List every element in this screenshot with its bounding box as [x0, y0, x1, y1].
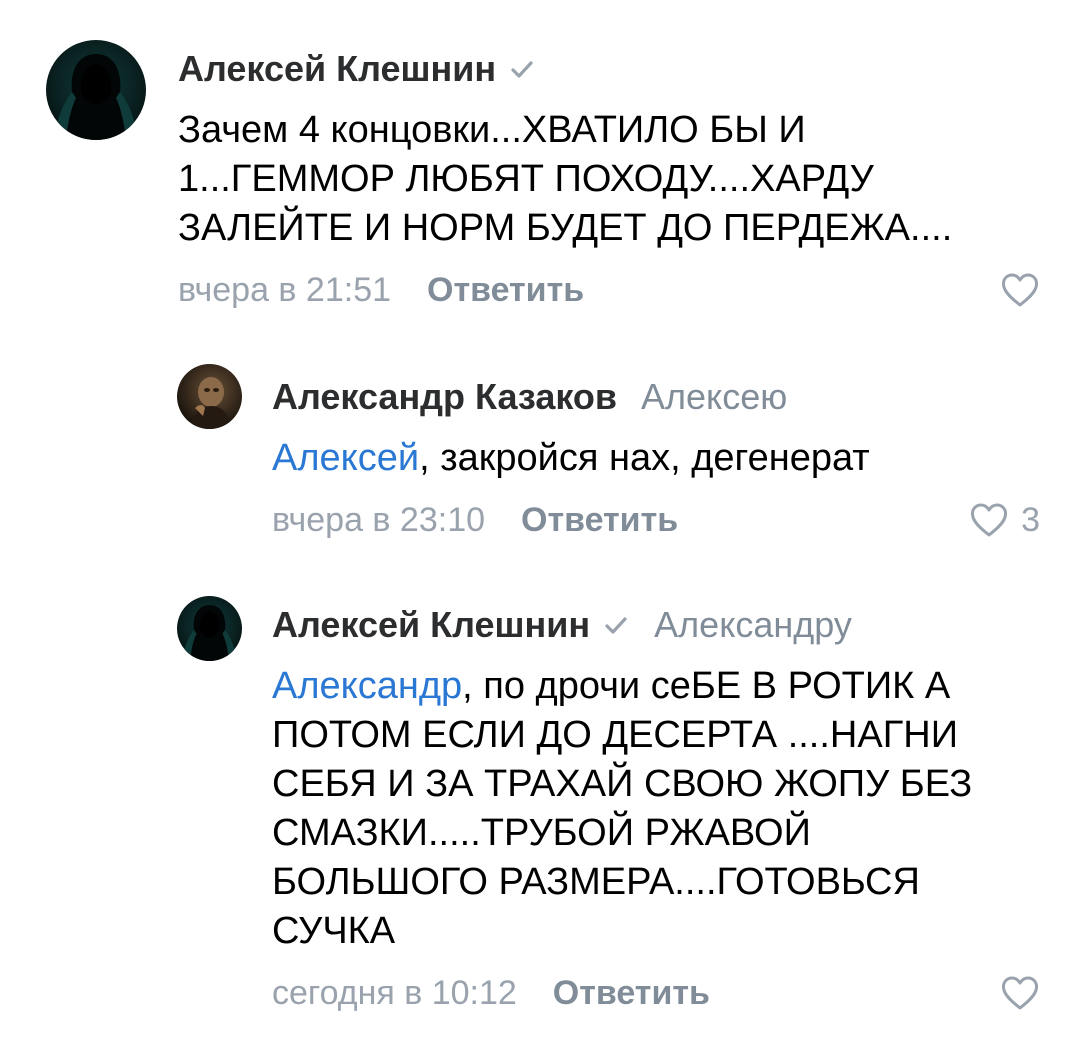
like-button[interactable]: 3 [969, 501, 1040, 540]
reply-button[interactable]: Ответить [521, 501, 678, 540]
reply-to-name[interactable]: Алексею [641, 376, 787, 418]
avatar[interactable] [46, 40, 146, 140]
comment-meta: вчера в 21:51 Ответить [178, 267, 1040, 313]
heart-icon [971, 503, 1008, 537]
like-button[interactable] [1000, 975, 1040, 1011]
author-name[interactable]: Алексей Клешнин [178, 48, 496, 90]
comment-body: , по дрочи сеБЕ В РОТИК А ПОТОМ ЕСЛИ ДО … [272, 665, 973, 952]
comment-header: Алексей Клешнин [178, 44, 1040, 94]
comment-text: Зачем 4 концовки...ХВАТИЛО БЫ И 1...ГЕММ… [178, 106, 1008, 253]
comment-text: Александр, по дрочи сеБЕ В РОТИК А ПОТОМ… [272, 662, 1012, 956]
author-name[interactable]: Александр Казаков [272, 376, 617, 418]
comment-header: Алексей Клешнин Александру [272, 600, 1040, 650]
reply-to-name[interactable]: Александру [654, 604, 852, 646]
heart-icon [1001, 976, 1039, 1010]
comment-content: Алексей Клешнин Зачем 4 концовки...ХВАТИ… [178, 44, 1040, 313]
hooded-figure-avatar-image [177, 596, 242, 661]
comment-body: Зачем 4 концовки...ХВАТИЛО БЫ И 1...ГЕММ… [178, 109, 953, 249]
comment-time[interactable]: сегодня в 10:12 [272, 974, 517, 1013]
verified-check-icon [508, 55, 536, 83]
author-name[interactable]: Алексей Клешнин [272, 604, 590, 646]
avatar[interactable] [177, 596, 242, 661]
verified-check-icon [602, 611, 630, 639]
reply-button[interactable]: Ответить [427, 271, 584, 310]
heart-icon [1001, 273, 1039, 307]
comment-meta: вчера в 23:10 Ответить 3 [272, 497, 1040, 543]
like-count: 3 [1021, 500, 1040, 539]
avatar[interactable] [177, 364, 242, 429]
portrait-avatar-image [177, 364, 242, 429]
comment-content: Алексей Клешнин Александру Александр, по… [272, 600, 1040, 1016]
comment-text: Алексей, закройся нах, дегенерат [272, 434, 1012, 483]
comment-header: Александр Казаков Алексею [272, 372, 1040, 422]
hooded-figure-avatar-image [46, 40, 146, 140]
comment-time[interactable]: вчера в 23:10 [272, 501, 485, 540]
mention-link[interactable]: Александр [272, 665, 462, 707]
comment-body: , закройся нах, дегенерат [419, 437, 870, 479]
comment-content: Александр Казаков Алексею Алексей, закро… [272, 372, 1040, 543]
like-button[interactable] [1000, 272, 1040, 308]
reply-button[interactable]: Ответить [553, 974, 710, 1013]
comment-time[interactable]: вчера в 21:51 [178, 271, 391, 310]
mention-link[interactable]: Алексей [272, 437, 419, 479]
comment-meta: сегодня в 10:12 Ответить [272, 970, 1040, 1016]
